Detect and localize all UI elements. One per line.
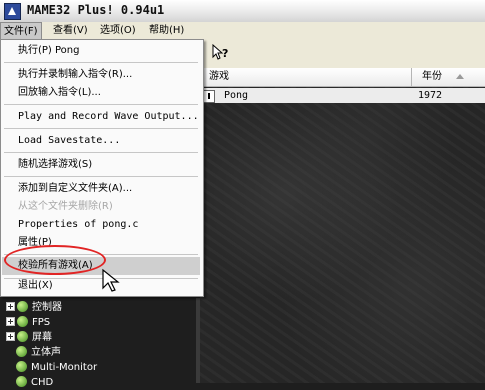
folder-node-icon bbox=[16, 360, 27, 372]
menu-item-load-savestate[interactable]: Load Savestate... bbox=[2, 132, 200, 150]
pane-splitter[interactable] bbox=[196, 298, 200, 383]
folder-node-icon bbox=[16, 345, 27, 357]
expand-icon[interactable] bbox=[6, 331, 15, 341]
column-year[interactable]: 年份 bbox=[411, 68, 442, 86]
menu-separator bbox=[4, 152, 198, 153]
menu-view[interactable]: 查看(V) bbox=[50, 22, 91, 40]
column-game[interactable]: 游戏 bbox=[209, 68, 229, 86]
folder-node-icon bbox=[17, 300, 28, 312]
tree-item[interactable]: FPS bbox=[6, 315, 50, 330]
game-icon bbox=[203, 90, 215, 103]
folder-node-icon bbox=[16, 375, 27, 387]
menu-item-playback-input[interactable]: 回放输入指令(L)... bbox=[2, 84, 200, 102]
table-row[interactable]: Pong 1972 bbox=[200, 88, 485, 103]
window-title: MAME32 Plus! 0.94u1 bbox=[27, 3, 165, 17]
cell-year: 1972 bbox=[418, 90, 443, 101]
tree-item[interactable]: 立体声 bbox=[16, 345, 61, 360]
menu-item-add-custom-folder[interactable]: 添加到自定义文件夹(A)... bbox=[2, 180, 200, 198]
menu-separator bbox=[4, 176, 198, 177]
mame-icon bbox=[4, 3, 21, 20]
menu-item-random-game[interactable]: 随机选择游戏(S) bbox=[2, 156, 200, 174]
expand-icon[interactable] bbox=[6, 301, 15, 311]
menu-separator bbox=[4, 62, 198, 63]
menu-bar: 文件(F) 查看(V) 选项(O) 帮助(H) bbox=[0, 22, 485, 40]
folder-node-icon bbox=[17, 330, 28, 342]
folder-node-icon bbox=[17, 315, 28, 327]
annotation-circle bbox=[4, 245, 106, 275]
tree-item-label: 控制器 bbox=[32, 302, 62, 313]
sort-ascending-icon bbox=[456, 74, 464, 79]
menu-item-remove-from-folder: 从这个文件夹删除(R) bbox=[18, 201, 113, 212]
menu-separator bbox=[4, 104, 198, 105]
tree-item-label: Multi-Monitor bbox=[31, 362, 98, 373]
title-bar: MAME32 Plus! 0.94u1 bbox=[0, 0, 485, 23]
toolbar bbox=[200, 40, 485, 69]
help-pointer-icon[interactable]: ? bbox=[212, 43, 230, 66]
menu-options[interactable]: 选项(O) bbox=[97, 22, 139, 40]
menu-item-properties-driver[interactable]: Properties of pong.c bbox=[2, 216, 200, 234]
list-header: 游戏 年份 bbox=[200, 68, 485, 87]
tree-item[interactable]: 屏幕 bbox=[6, 330, 52, 345]
tree-item[interactable]: 控制器 bbox=[6, 300, 62, 315]
tree-item-label: 屏幕 bbox=[32, 332, 52, 343]
menu-item-play-record-wave[interactable]: Play and Record Wave Output... bbox=[2, 108, 200, 126]
expand-icon[interactable] bbox=[6, 316, 15, 326]
game-list[interactable]: 游戏 年份 Pong 1972 bbox=[200, 68, 485, 383]
tree-item-label: FPS bbox=[32, 317, 51, 328]
background-texture bbox=[200, 68, 485, 383]
tree-item-label: 立体声 bbox=[31, 347, 61, 358]
menu-item-play[interactable]: 执行(P) Pong bbox=[2, 42, 200, 60]
menu-file[interactable]: 文件(F) bbox=[0, 22, 42, 40]
menu-item-play-record-input[interactable]: 执行并录制输入指令(R)... bbox=[2, 66, 200, 84]
menu-help[interactable]: 帮助(H) bbox=[146, 22, 187, 40]
svg-text:?: ? bbox=[222, 47, 228, 60]
cell-game: Pong bbox=[224, 90, 249, 101]
menu-separator bbox=[4, 128, 198, 129]
folder-tree: 控制器 FPS 屏幕 立体声 Multi-Monitor CHD bbox=[0, 298, 196, 388]
tree-item[interactable]: Multi-Monitor bbox=[16, 360, 97, 375]
